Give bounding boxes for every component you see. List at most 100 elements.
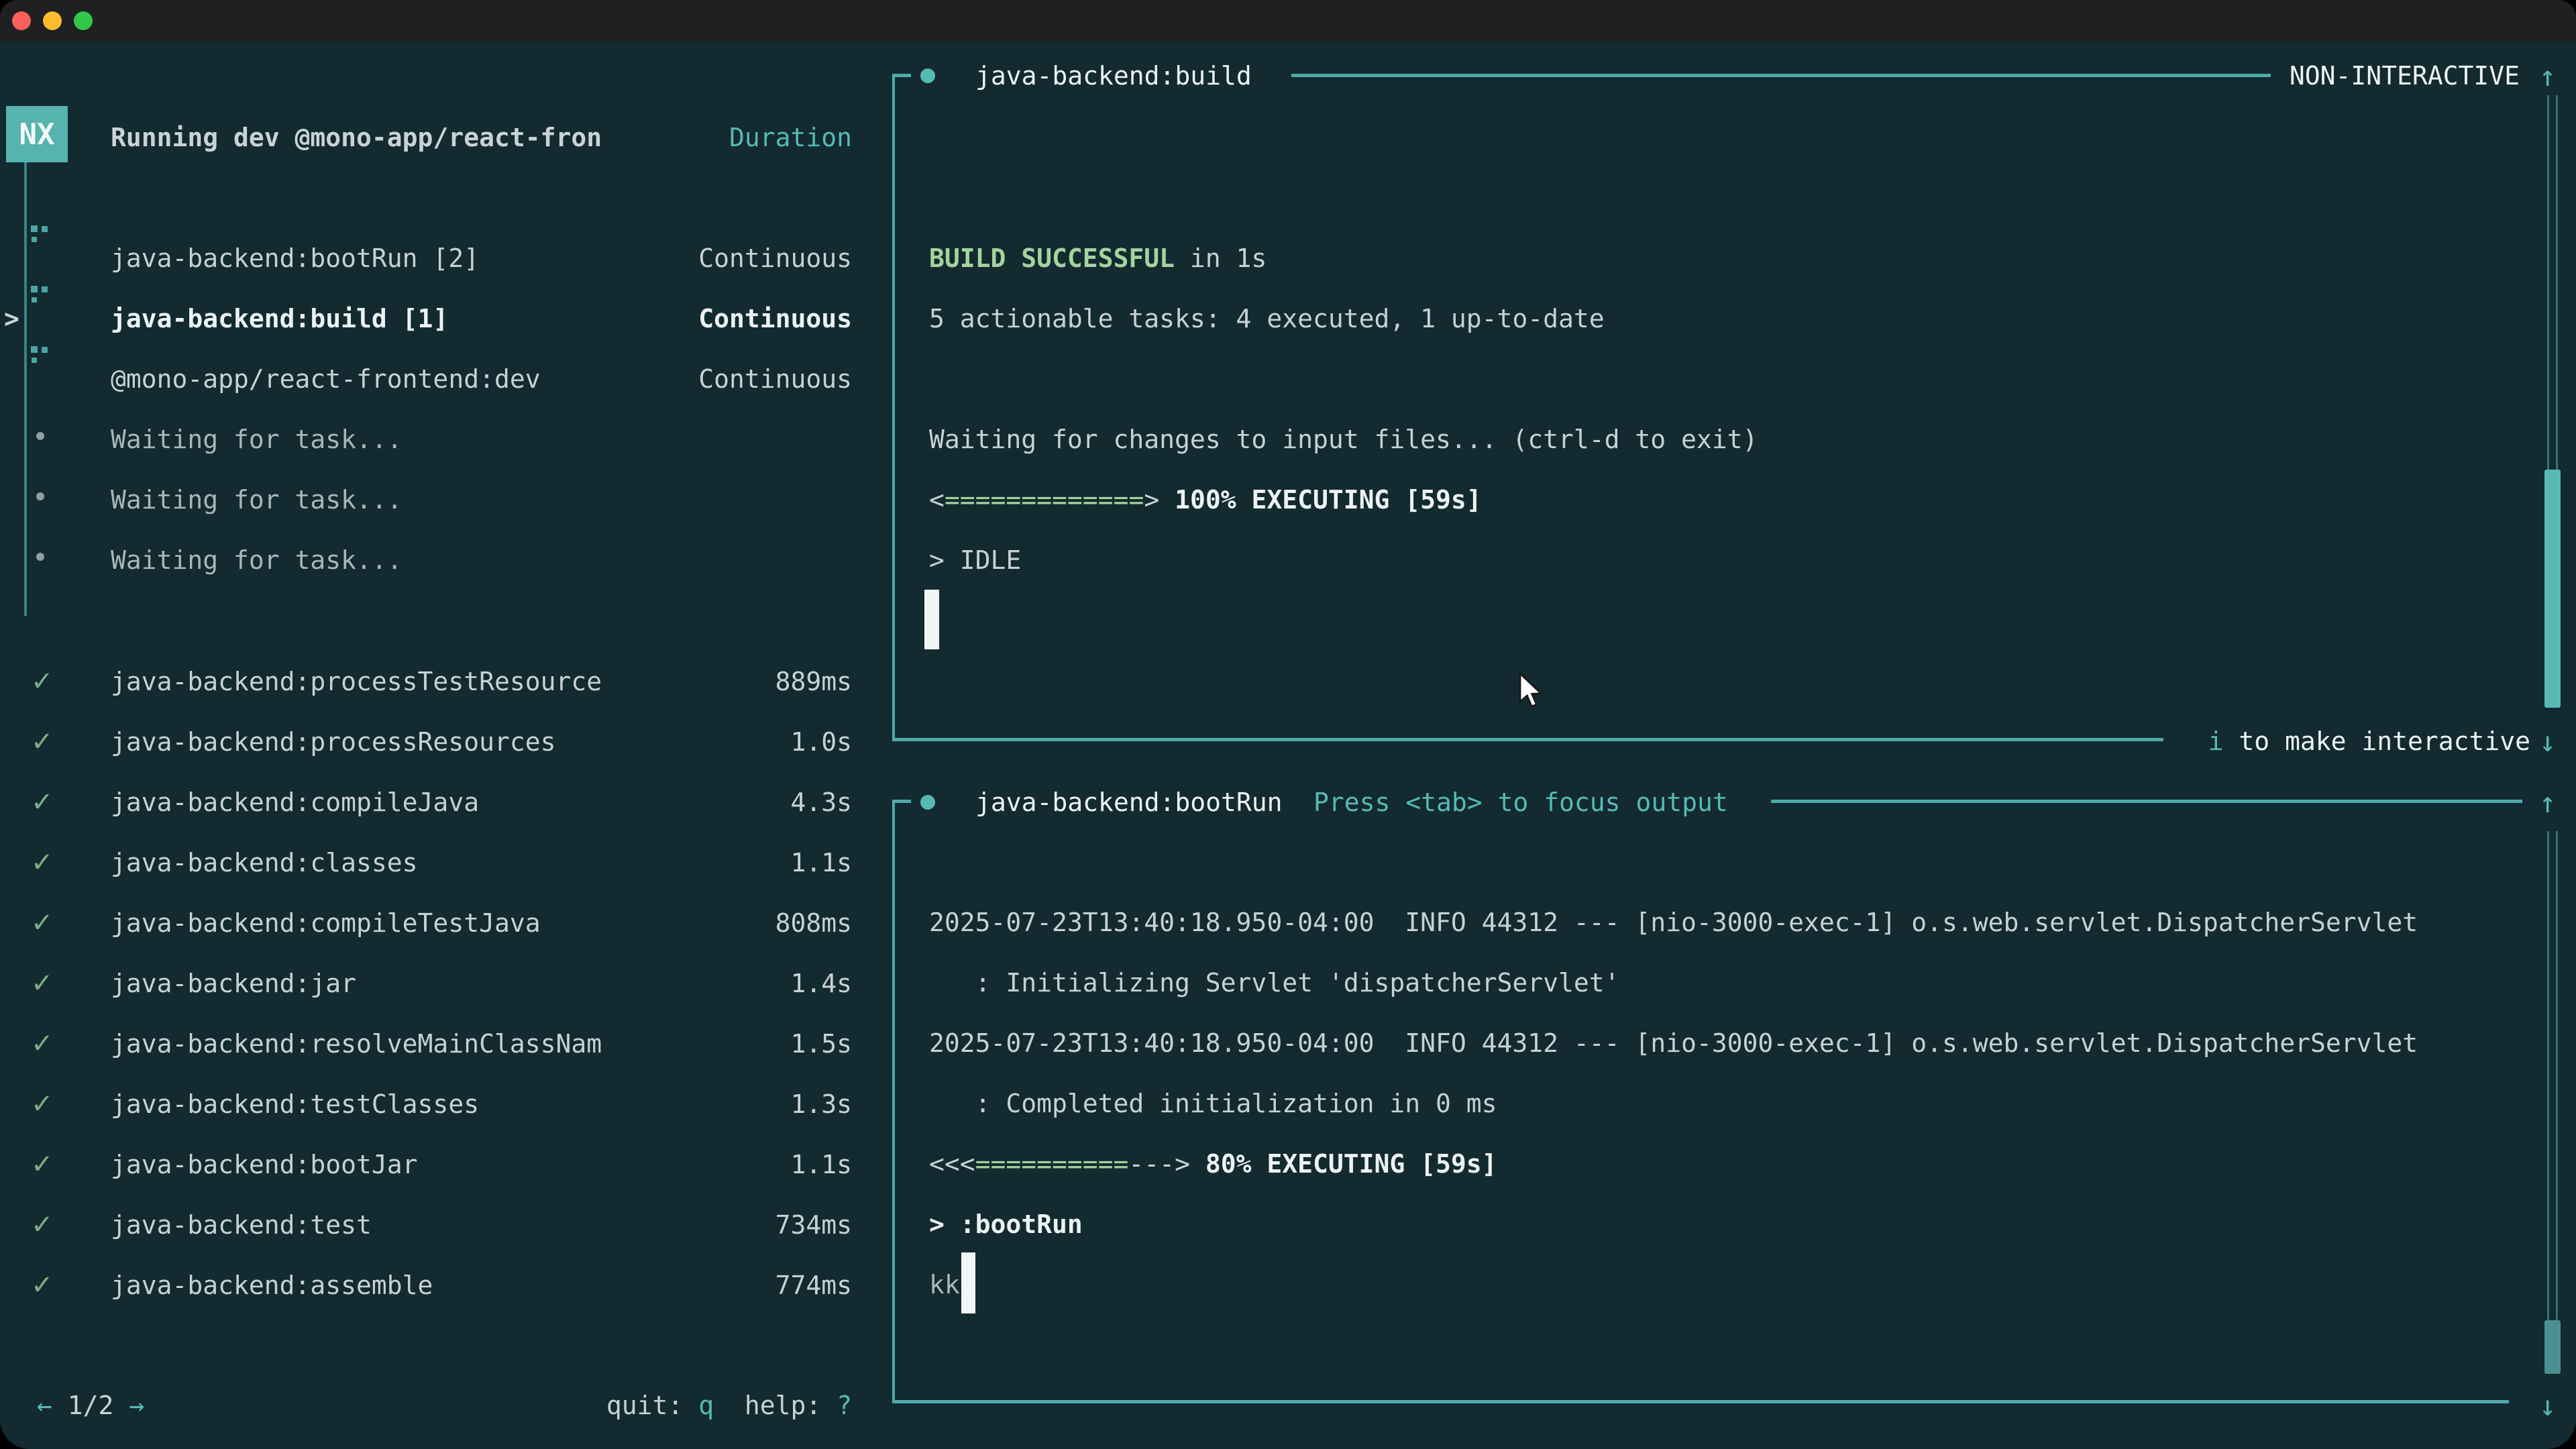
build-successful-text: BUILD SUCCESSFUL (929, 244, 1175, 273)
typed-input-text[interactable]: kk (929, 1254, 960, 1315)
check-icon: ✓ (31, 968, 54, 999)
completed-task-row[interactable]: ✓ java-backend:processTestResource 889ms (0, 651, 892, 712)
scroll-down-arrow-icon[interactable]: ↓ (2539, 1375, 2556, 1436)
completed-task-row[interactable]: ✓ java-backend:classes 1.1s (0, 833, 892, 893)
task-duration: 4.3s (790, 788, 852, 817)
task-duration: 1.3s (790, 1089, 852, 1119)
check-icon: ✓ (31, 847, 54, 878)
progress-close-bracket: > (1175, 1149, 1190, 1179)
task-duration: 1.5s (790, 1029, 852, 1059)
pending-dot-icon (36, 553, 44, 561)
scrollbar-track[interactable] (2547, 831, 2558, 1320)
gradle-task-prompt: > :bootRun (929, 1194, 1083, 1254)
terminal-window: NX Running dev @mono-app/react-fron Dura… (0, 0, 2576, 1449)
waiting-for-changes-line: Waiting for changes to input files... (c… (929, 409, 1758, 470)
task-name: java-backend:compileJava (111, 788, 479, 817)
waiting-label: Waiting for task... (111, 485, 402, 515)
scrollbar-track[interactable] (2547, 95, 2558, 470)
progress-open-bracket: <<< (929, 1149, 975, 1179)
completed-task-row[interactable]: ✓ java-backend:test 734ms (0, 1195, 892, 1255)
panel-border (1291, 74, 2271, 77)
completed-task-row[interactable]: ✓ java-backend:jar 1.4s (0, 953, 892, 1014)
completed-task-row[interactable]: ✓ java-backend:resolveMainClassNam 1.5s (0, 1014, 892, 1074)
build-time-text: in 1s (1175, 244, 1267, 273)
check-icon: ✓ (31, 1089, 54, 1120)
focus-output-hint: Press <tab> to focus output (1313, 772, 1728, 833)
quit-key: q (698, 1391, 714, 1420)
progress-open-bracket: < (929, 485, 945, 515)
scrollbar-thumb[interactable] (2544, 470, 2561, 708)
pending-dot-icon (36, 432, 44, 440)
scroll-down-arrow-icon[interactable]: ↓ (2539, 711, 2556, 771)
waiting-task-row: Waiting for task... (0, 530, 892, 590)
gradle-progress-bar: <<< ========== --- > 80% EXECUTING [59s] (929, 1134, 1497, 1194)
task-duration: 1.4s (790, 969, 852, 998)
task-name: java-backend:compileTestJava (111, 908, 541, 938)
check-icon: ✓ (31, 787, 54, 818)
task-status: Continuous (698, 244, 852, 273)
task-row-frontend-dev[interactable]: @mono-app/react-frontend:dev Continuous (0, 349, 892, 409)
scrollbar-thumb[interactable] (2544, 1320, 2561, 1374)
task-name: @mono-app/react-frontend:dev (111, 364, 541, 394)
task-duration: 808ms (775, 908, 852, 938)
log-line: : Initializing Servlet 'dispatcherServle… (929, 953, 1620, 1013)
completed-task-row[interactable]: ✓ java-backend:assemble 774ms (0, 1255, 892, 1316)
mouse-pointer-icon (1517, 672, 1552, 712)
progress-fill: ============= (945, 485, 1144, 515)
progress-remaining: --- (1128, 1149, 1175, 1179)
completed-task-row[interactable]: ✓ java-backend:bootJar 1.1s (0, 1134, 892, 1195)
check-icon: ✓ (31, 1210, 54, 1240)
task-duration: 734ms (775, 1210, 852, 1240)
panel-border (892, 74, 911, 77)
task-status: Continuous (698, 304, 852, 333)
task-duration: 1.0s (790, 727, 852, 757)
quit-label: quit: (606, 1391, 698, 1420)
build-result-line: BUILD SUCCESSFUL in 1s (929, 228, 1267, 288)
running-dot-icon (920, 68, 935, 83)
task-row-bootrun[interactable]: java-backend:bootRun [2] Continuous (0, 228, 892, 288)
task-name: java-backend:build [1] (111, 304, 448, 333)
progress-close-bracket: > (1144, 485, 1159, 515)
task-list-header: Running dev @mono-app/react-fron Duratio… (0, 107, 892, 168)
interactive-hint-text: to make interactive (2223, 727, 2530, 756)
panel-title: java-backend:build (975, 46, 1252, 106)
panel-border (892, 74, 895, 741)
page-indicator-gap (113, 1391, 129, 1420)
panel-border (892, 800, 895, 1402)
log-line: : Completed initialization in 0 ms (929, 1073, 1497, 1134)
task-name: java-backend:resolveMainClassNam (111, 1029, 602, 1059)
check-icon: ✓ (31, 727, 54, 757)
pending-dot-icon (36, 492, 44, 500)
check-icon: ✓ (31, 666, 54, 697)
completed-task-row[interactable]: ✓ java-backend:compileTestJava 808ms (0, 893, 892, 953)
task-list-title: Running dev @mono-app/react-fron (111, 123, 602, 152)
pagination: ← 1/2 → (37, 1375, 144, 1436)
prev-page-arrow-icon[interactable]: ← (37, 1391, 52, 1420)
log-line: 2025-07-23T13:40:18.950-04:00 INFO 44312… (929, 892, 2418, 953)
progress-label: 80% EXECUTING [59s] (1190, 1149, 1497, 1179)
tasks-summary-line: 5 actionable tasks: 4 executed, 1 up-to-… (929, 288, 1605, 349)
completed-task-row[interactable]: ✓ java-backend:processResources 1.0s (0, 712, 892, 772)
task-duration: 774ms (775, 1271, 852, 1300)
panel-border (892, 738, 2163, 741)
spinner-icon (31, 225, 58, 255)
page-number: 1/2 (68, 1391, 114, 1420)
panel-border (892, 1400, 2509, 1403)
task-status: Continuous (698, 364, 852, 394)
scroll-up-arrow-icon[interactable]: ↑ (2539, 772, 2556, 833)
task-list-sidebar: NX Running dev @mono-app/react-fron Dura… (0, 0, 892, 1449)
duration-column-header: Duration (729, 123, 852, 152)
task-row-build-selected[interactable]: java-backend:build [1] Continuous (0, 288, 892, 349)
completed-task-row[interactable]: ✓ java-backend:compileJava 4.3s (0, 772, 892, 833)
panel-title: java-backend:bootRun (975, 772, 1283, 833)
waiting-label: Waiting for task... (111, 545, 402, 575)
terminal-cursor (924, 590, 939, 649)
waiting-task-row: Waiting for task... (0, 470, 892, 530)
progress-label: 100% EXECUTING [59s] (1159, 485, 1481, 515)
completed-task-row[interactable]: ✓ java-backend:testClasses 1.3s (0, 1074, 892, 1134)
waiting-label: Waiting for task... (111, 425, 402, 454)
spinner-icon (31, 286, 58, 315)
next-page-arrow-icon[interactable]: → (129, 1391, 144, 1420)
check-icon: ✓ (31, 1149, 54, 1180)
task-duration: 889ms (775, 667, 852, 696)
